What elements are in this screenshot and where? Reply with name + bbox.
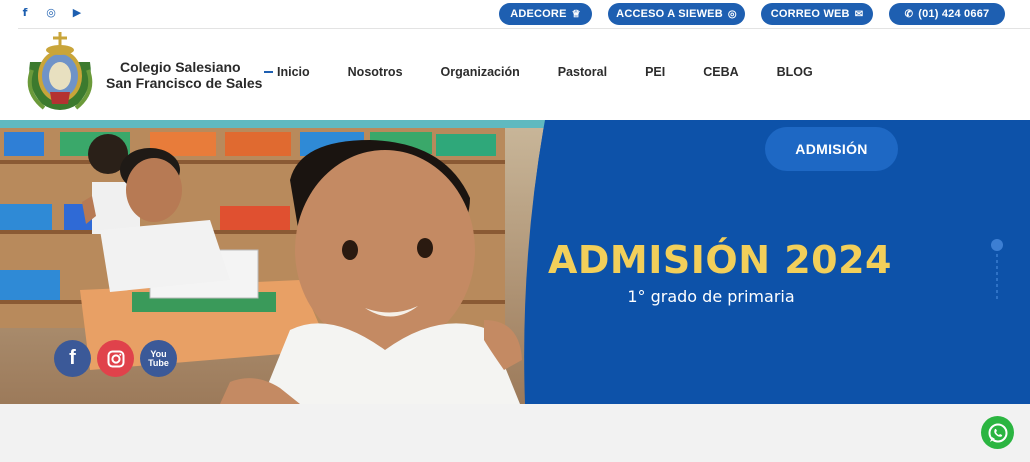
youtube-icon[interactable]: You Tube xyxy=(140,340,177,377)
phone-label: (01) 424 0667 xyxy=(918,8,990,20)
nav-ceba[interactable]: CEBA xyxy=(703,65,738,79)
slider-pagination-track[interactable] xyxy=(996,254,998,302)
phone-button[interactable]: ✆ (01) 424 0667 xyxy=(889,3,1005,25)
crown-icon: ♕ xyxy=(571,8,581,20)
top-social-links: f ◎ ▶ xyxy=(18,6,84,19)
nav-nosotros[interactable]: Nosotros xyxy=(348,65,403,79)
youtube-glyph: You Tube xyxy=(148,349,169,368)
instagram-icon[interactable] xyxy=(97,340,134,377)
school-crest-logo[interactable] xyxy=(22,32,98,116)
envelope-icon: ✉ xyxy=(854,8,864,20)
nav-pastoral[interactable]: Pastoral xyxy=(558,65,607,79)
whatsapp-icon[interactable] xyxy=(981,416,1014,449)
school-name-line2: San Francisco de Sales xyxy=(106,75,263,91)
nav-organizacion[interactable]: Organización xyxy=(441,65,520,79)
correo-web-label: CORREO WEB xyxy=(770,8,850,20)
slider-active-dot[interactable] xyxy=(991,239,1003,251)
adecore-button[interactable]: ADECORE ♕ xyxy=(499,3,592,25)
phone-icon: ✆ xyxy=(904,8,914,20)
nav-inicio[interactable]: Inicio xyxy=(264,65,310,79)
correo-web-button[interactable]: CORREO WEB ✉ xyxy=(761,3,873,25)
youtube-icon[interactable]: ▶ xyxy=(70,6,84,19)
hero-title: ADMISIÓN 2024 xyxy=(547,238,892,282)
main-nav: Inicio Nosotros Organización Pastoral PE… xyxy=(264,65,851,79)
whatsapp-glyph xyxy=(988,423,1007,442)
hero-slider: ADMISIÓN ADMISIÓN 2024 1° grado de prima… xyxy=(0,120,1030,404)
sieweb-label: ACCESO A SIEWEB xyxy=(616,8,723,20)
top-bar: f ◎ ▶ ADECORE ♕ ACCESO A SIEWEB ◎ CORREO… xyxy=(0,0,1030,28)
nav-pei[interactable]: PEI xyxy=(645,65,665,79)
facebook-icon[interactable]: f xyxy=(18,6,32,19)
facebook-icon[interactable]: f xyxy=(54,340,91,377)
content-section xyxy=(0,404,1030,462)
hero-social-links: f You Tube xyxy=(54,340,177,377)
school-name-line1: Colegio Salesiano xyxy=(120,59,241,75)
adecore-label: ADECORE xyxy=(510,8,567,20)
admision-cta-button[interactable]: ADMISIÓN xyxy=(765,127,898,171)
globe-icon: ◎ xyxy=(727,8,737,20)
site-header: Colegio Salesiano San Francisco de Sales… xyxy=(0,29,1030,120)
instagram-glyph xyxy=(107,350,124,367)
instagram-icon[interactable]: ◎ xyxy=(44,6,58,19)
nav-blog[interactable]: BLOG xyxy=(777,65,813,79)
hero-subtitle: 1° grado de primaria xyxy=(627,287,795,306)
school-name[interactable]: Colegio Salesiano San Francisco de Sales xyxy=(106,59,262,91)
sieweb-button[interactable]: ACCESO A SIEWEB ◎ xyxy=(608,3,745,25)
youtube-glyph-line2: Tube xyxy=(148,357,169,368)
